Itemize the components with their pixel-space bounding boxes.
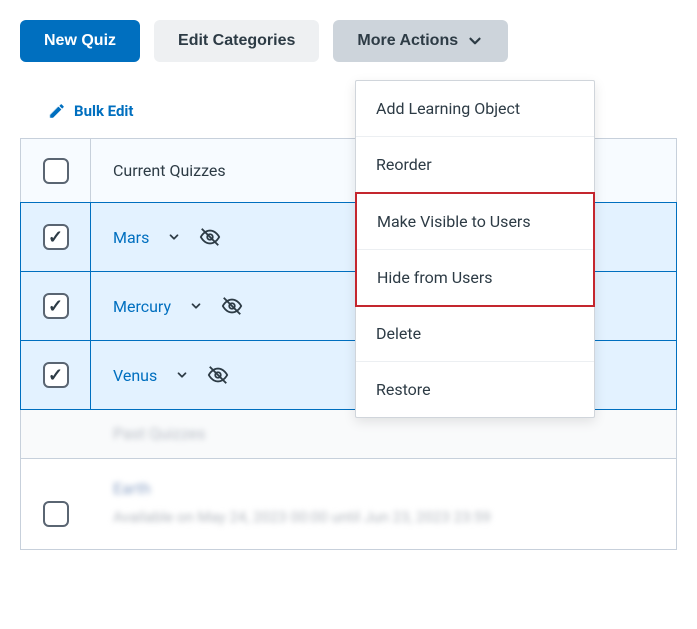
pencil-icon <box>48 102 66 120</box>
dropdown-highlight-group: Make Visible to Users Hide from Users <box>355 192 595 307</box>
select-all-checkbox[interactable] <box>43 158 69 184</box>
select-all-cell <box>21 139 91 202</box>
eye-hidden-icon[interactable] <box>207 364 229 386</box>
chevron-down-icon[interactable] <box>175 368 189 382</box>
button-label: New Quiz <box>44 32 116 50</box>
quiz-name-link[interactable]: Mars <box>113 228 149 247</box>
dropdown-item-reorder[interactable]: Reorder <box>356 137 594 193</box>
checkbox-cell <box>21 203 91 271</box>
past-quiz-content: Earth Available on May 24, 2023 00:00 un… <box>91 479 676 526</box>
dropdown-item-make-visible[interactable]: Make Visible to Users <box>357 194 593 250</box>
quiz-name-link[interactable]: Mercury <box>113 297 171 316</box>
dropdown-item-restore[interactable]: Restore <box>356 362 594 417</box>
bulk-edit-link[interactable]: Bulk Edit <box>48 102 133 120</box>
table-row: Earth Available on May 24, 2023 00:00 un… <box>21 459 676 549</box>
row-checkbox[interactable] <box>43 501 69 527</box>
edit-categories-button[interactable]: Edit Categories <box>154 20 319 62</box>
dropdown-item-hide-from-users[interactable]: Hide from Users <box>357 250 593 305</box>
button-label: Edit Categories <box>178 32 295 50</box>
dropdown-item-delete[interactable]: Delete <box>356 306 594 362</box>
past-section-label: Past Quizzes <box>113 424 205 443</box>
quiz-name-link[interactable]: Earth <box>113 479 151 498</box>
checkbox-cell <box>21 479 91 549</box>
checkbox-cell <box>21 341 91 409</box>
more-actions-dropdown: Add Learning Object Reorder Make Visible… <box>355 80 595 418</box>
more-actions-button[interactable]: More Actions <box>333 20 508 62</box>
availability-text: Available on May 24, 2023 00:00 until Ju… <box>113 508 676 526</box>
chevron-down-icon[interactable] <box>189 299 203 313</box>
dropdown-item-add-learning-object[interactable]: Add Learning Object <box>356 81 594 137</box>
row-checkbox[interactable] <box>43 362 69 388</box>
checkbox-cell <box>21 272 91 340</box>
bulk-edit-label: Bulk Edit <box>74 102 133 120</box>
button-label: More Actions <box>357 32 458 50</box>
chevron-down-icon[interactable] <box>167 230 181 244</box>
chevron-down-icon <box>466 32 484 50</box>
eye-hidden-icon[interactable] <box>199 226 221 248</box>
new-quiz-button[interactable]: New Quiz <box>20 20 140 62</box>
row-checkbox[interactable] <box>43 293 69 319</box>
toolbar: New Quiz Edit Categories More Actions <box>20 20 677 62</box>
row-checkbox[interactable] <box>43 224 69 250</box>
column-header-name: Current Quizzes <box>91 161 226 180</box>
eye-hidden-icon[interactable] <box>221 295 243 317</box>
quiz-name-link[interactable]: Venus <box>113 366 157 385</box>
